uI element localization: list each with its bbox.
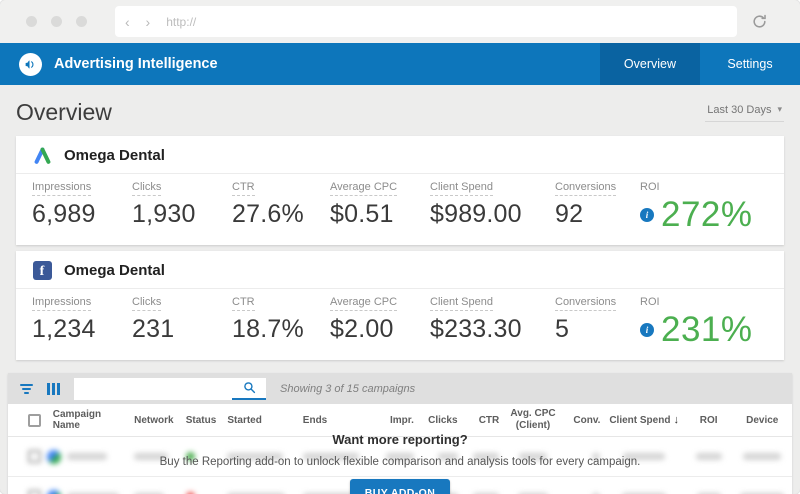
metric-clicks: Clicks 231	[132, 296, 232, 350]
metric-value: 27.6%	[232, 200, 330, 229]
metric-roi: ROI i 231%	[640, 296, 768, 350]
showing-count: Showing 3 of 15 campaigns	[280, 383, 415, 395]
search-input[interactable]	[74, 383, 232, 395]
metric-label: Conversions	[555, 296, 616, 311]
upsell-overlay: Want more reporting? Buy the Reporting a…	[8, 406, 792, 494]
info-icon[interactable]: i	[640, 208, 654, 222]
metric-roi: ROI i 272%	[640, 181, 768, 235]
metric-value: 18.7%	[232, 315, 330, 344]
metric-value: 231	[132, 315, 232, 344]
buy-add-on-button[interactable]: BUY ADD-ON	[350, 479, 451, 494]
summary-card-facebook: f Omega Dental Impressions 1,234 Clicks …	[16, 251, 784, 360]
metric-value: $989.00	[430, 200, 555, 229]
app-header: Advertising Intelligence Overview Settin…	[0, 43, 800, 85]
metric-average-cpc: Average CPC $0.51	[330, 181, 430, 235]
metric-label: Clicks	[132, 181, 161, 196]
card-title-row: Omega Dental	[16, 136, 784, 173]
metric-label: ROI	[640, 181, 660, 195]
browser-bar: ‹ ›	[0, 0, 800, 43]
megaphone-icon	[19, 53, 42, 76]
filter-icon[interactable]	[20, 384, 33, 394]
metric-value: $0.51	[330, 200, 430, 229]
chevron-down-icon: ▾	[777, 104, 782, 115]
metric-client-spend: Client Spend $989.00	[430, 181, 555, 235]
page-title: Overview	[16, 99, 112, 126]
url-input[interactable]	[166, 15, 727, 29]
tab-overview[interactable]: Overview	[600, 43, 700, 85]
campaigns-table: Showing 3 of 15 campaigns Campaign Name …	[8, 373, 792, 494]
date-range-label: Last 30 Days	[707, 104, 771, 116]
date-range-dropdown[interactable]: Last 30 Days ▾	[705, 104, 784, 122]
metric-value: 1,234	[32, 315, 132, 344]
google-adwords-icon	[32, 145, 52, 165]
metric-label: CTR	[232, 181, 255, 196]
client-name: Omega Dental	[64, 147, 165, 164]
metrics-row: Impressions 1,234 Clicks 231 CTR 18.7% A…	[16, 289, 784, 360]
window-dot-icon[interactable]	[51, 16, 62, 27]
table-toolbar: Showing 3 of 15 campaigns	[8, 373, 792, 404]
window-controls[interactable]	[26, 16, 87, 27]
metric-label: Average CPC	[330, 296, 397, 311]
metric-label: Client Spend	[430, 296, 493, 311]
metric-label: Impressions	[32, 296, 91, 311]
card-title-row: f Omega Dental	[16, 251, 784, 288]
metric-value: 1,930	[132, 200, 232, 229]
metric-ctr: CTR 18.7%	[232, 296, 330, 350]
metric-label: Clicks	[132, 296, 161, 311]
window-dot-icon[interactable]	[76, 16, 87, 27]
metric-label: Average CPC	[330, 181, 397, 196]
upsell-description: Buy the Reporting add-on to unlock flexi…	[160, 456, 641, 468]
summary-card-adwords: Omega Dental Impressions 6,989 Clicks 1,…	[16, 136, 784, 245]
metric-value: 92	[555, 200, 640, 229]
metric-impressions: Impressions 1,234	[32, 296, 132, 350]
page-head: Overview Last 30 Days ▾	[0, 85, 800, 136]
url-bar[interactable]: ‹ ›	[115, 6, 737, 37]
metric-clicks: Clicks 1,930	[132, 181, 232, 235]
search-icon[interactable]	[232, 378, 266, 400]
tab-settings[interactable]: Settings	[700, 43, 800, 85]
metric-average-cpc: Average CPC $2.00	[330, 296, 430, 350]
metric-ctr: CTR 27.6%	[232, 181, 330, 235]
facebook-icon: f	[32, 260, 52, 280]
metric-value: $2.00	[330, 315, 430, 344]
app-title: Advertising Intelligence	[54, 56, 600, 72]
metric-label: Client Spend	[430, 181, 493, 196]
metric-value: $233.30	[430, 315, 555, 344]
metric-impressions: Impressions 6,989	[32, 181, 132, 235]
info-icon[interactable]: i	[640, 323, 654, 337]
metric-client-spend: Client Spend $233.30	[430, 296, 555, 350]
client-name: Omega Dental	[64, 262, 165, 279]
search-box[interactable]	[74, 378, 266, 400]
metrics-row: Impressions 6,989 Clicks 1,930 CTR 27.6%…	[16, 174, 784, 245]
app-window: ‹ › Advertising Intelligence Overview Se…	[0, 0, 800, 494]
metric-label: Conversions	[555, 181, 616, 196]
metric-label: ROI	[640, 296, 660, 310]
columns-icon[interactable]	[47, 383, 60, 395]
metric-value: 6,989	[32, 200, 132, 229]
metric-conversions: Conversions 5	[555, 296, 640, 350]
metric-label: CTR	[232, 296, 255, 311]
window-dot-icon[interactable]	[26, 16, 37, 27]
metric-label: Impressions	[32, 181, 91, 196]
roi-value: 272%	[661, 195, 753, 235]
metric-value: 5	[555, 315, 640, 344]
reload-icon[interactable]	[751, 13, 768, 30]
upsell-title: Want more reporting?	[332, 432, 467, 447]
metric-conversions: Conversions 92	[555, 181, 640, 235]
roi-value: 231%	[661, 310, 753, 350]
back-forward-icons[interactable]: ‹ ›	[125, 14, 156, 30]
